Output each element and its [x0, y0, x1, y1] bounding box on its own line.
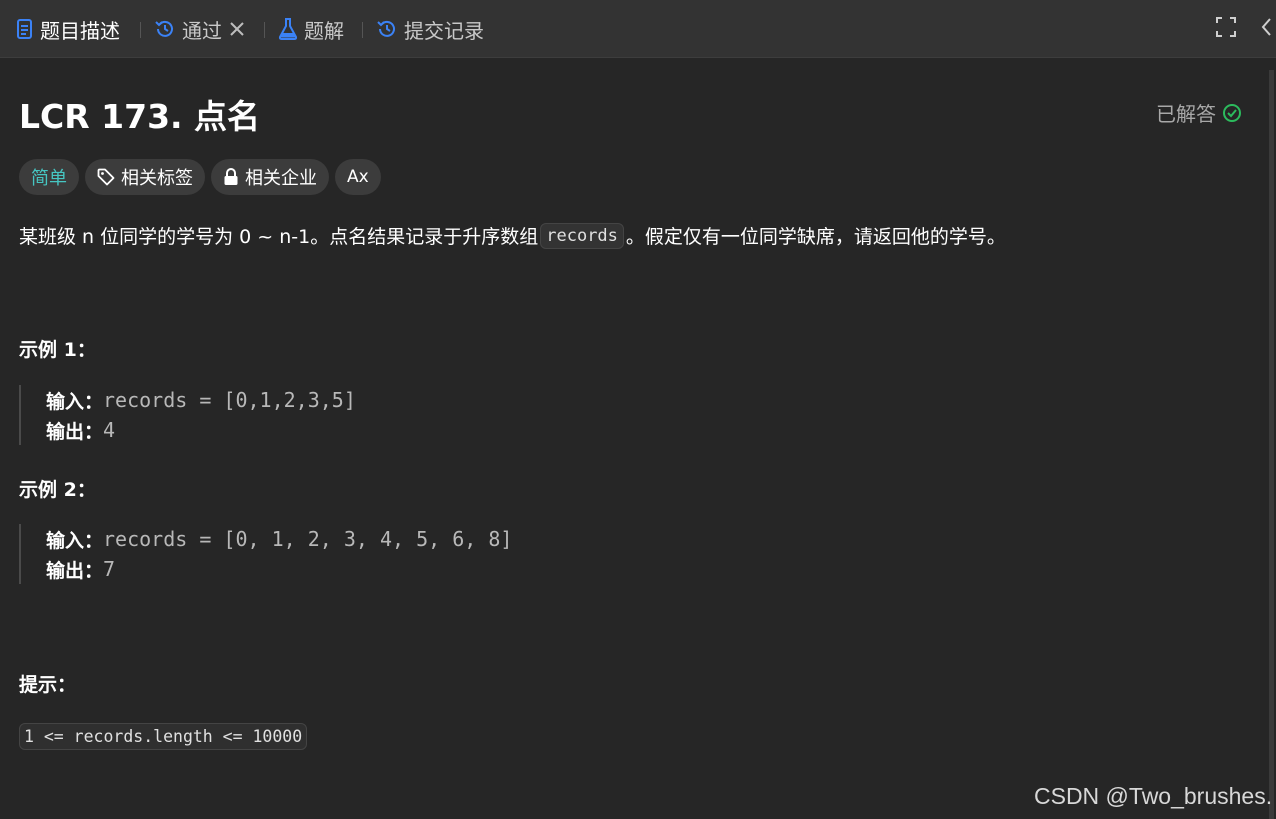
input-value: records = [0, 1, 2, 3, 4, 5, 6, 8] — [103, 527, 513, 551]
inline-code: records — [540, 222, 624, 249]
close-icon[interactable] — [230, 22, 244, 36]
related-tags-label: 相关标签 — [121, 168, 193, 189]
flask-icon — [278, 18, 298, 40]
output-label: 输出： — [46, 420, 104, 443]
problem-description: 某班级 n 位同学的学号为 0 ~ n-1。点名结果记录于升序数组 record… — [19, 222, 1006, 249]
tab-description[interactable]: 题目描述 — [16, 0, 120, 58]
example-heading: 示例 1： — [19, 339, 96, 361]
tab-divider — [362, 22, 363, 38]
fullscreen-button[interactable] — [1216, 0, 1236, 58]
difficulty-label: 简单 — [31, 168, 67, 189]
output-label: 输出： — [46, 559, 104, 582]
example-input: 输入： records = [0, 1, 2, 3, 4, 5, 6, 8] — [46, 524, 512, 554]
tab-divider — [140, 22, 141, 38]
tab-label: 提交记录 — [404, 18, 484, 43]
related-companies-button[interactable]: 相关企业 — [211, 159, 329, 195]
input-label: 输入： — [46, 529, 104, 552]
solved-status: 已解答 — [1156, 98, 1242, 127]
related-tags-button[interactable]: 相关标签 — [85, 159, 205, 195]
tag-row: 简单 相关标签 相关企业 Ax — [19, 159, 381, 195]
tab-solutions[interactable]: 题解 — [278, 0, 344, 58]
translate-icon: Ax — [347, 167, 369, 187]
tab-label: 通过 — [182, 18, 222, 43]
output-value: 4 — [103, 418, 116, 442]
tab-submissions[interactable]: 提交记录 — [376, 0, 484, 58]
example-output: 输出： 4 — [46, 415, 356, 445]
history-icon — [376, 18, 398, 40]
problem-title[interactable]: LCR 173. 点名 — [19, 90, 260, 138]
example-block: 输入： records = [0, 1, 2, 3, 4, 5, 6, 8] 输… — [19, 524, 512, 584]
input-label: 输入： — [46, 390, 104, 413]
history-icon — [154, 18, 176, 40]
description-icon — [16, 19, 34, 39]
constraint-code: 1 <= records.length <= 10000 — [19, 723, 308, 750]
hints-heading: 提示： — [19, 674, 77, 696]
example-heading: 示例 2： — [19, 479, 96, 501]
check-circle-icon — [1223, 103, 1241, 122]
collapse-panel-button[interactable] — [1260, 0, 1272, 58]
watermark: CSDN @Two_brushes. — [1034, 783, 1273, 809]
example-input: 输入： records = [0,1,2,3,5] — [46, 385, 356, 415]
tab-bar: 题目描述 通过 题解 提交记录 — [0, 0, 1276, 58]
solved-status-label: 已解答 — [1156, 102, 1216, 126]
tag-icon — [97, 168, 115, 186]
tab-label: 题目描述 — [40, 18, 120, 43]
translate-button[interactable]: Ax — [335, 159, 381, 195]
description-text: 。假定仅有一位同学缺席，请返回他的学号。 — [625, 226, 1006, 248]
lock-icon — [224, 168, 238, 185]
chevron-left-icon — [1260, 17, 1272, 41]
fullscreen-icon — [1216, 17, 1236, 41]
example-block: 输入： records = [0,1,2,3,5] 输出： 4 — [19, 385, 356, 445]
scrollbar[interactable] — [1269, 70, 1274, 819]
tab-label: 题解 — [304, 18, 344, 43]
difficulty-badge[interactable]: 简单 — [19, 159, 79, 195]
tab-divider — [264, 22, 265, 38]
description-text: 某班级 n 位同学的学号为 0 ~ n-1。点名结果记录于升序数组 — [19, 226, 539, 248]
related-companies-label: 相关企业 — [245, 168, 317, 189]
tab-accepted[interactable]: 通过 — [154, 0, 244, 58]
output-value: 7 — [103, 557, 116, 581]
example-output: 输出： 7 — [46, 554, 512, 584]
input-value: records = [0,1,2,3,5] — [103, 388, 356, 412]
